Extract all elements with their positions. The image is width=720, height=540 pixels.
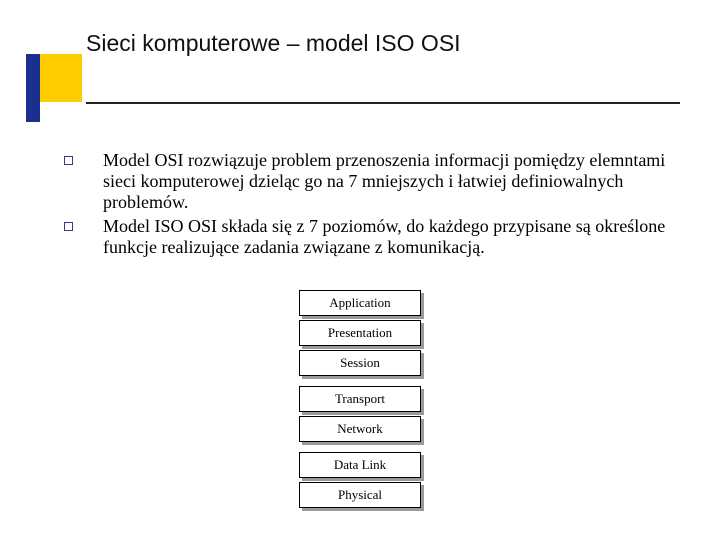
accent-square xyxy=(34,54,82,102)
layer-application: Application xyxy=(299,290,421,316)
layer-group-lower: Data Link Physical xyxy=(299,452,421,508)
layer-network: Network xyxy=(299,416,421,442)
bullet-text: Model ISO OSI składa się z 7 poziomów, d… xyxy=(103,216,674,258)
bullet-item: Model OSI rozwiązuje problem przenoszeni… xyxy=(64,150,674,214)
square-bullet-icon xyxy=(64,222,73,231)
bullet-text: Model OSI rozwiązuje problem przenoszeni… xyxy=(103,150,674,214)
layer-group-middle: Transport Network xyxy=(299,386,421,442)
osi-layer-diagram: Application Presentation Session Transpo… xyxy=(0,290,720,518)
accent-bar-horizontal xyxy=(26,54,40,68)
layer-physical: Physical xyxy=(299,482,421,508)
bullet-item: Model ISO OSI składa się z 7 poziomów, d… xyxy=(64,216,674,258)
layer-presentation: Presentation xyxy=(299,320,421,346)
layer-group-upper: Application Presentation Session xyxy=(299,290,421,376)
layer-session: Session xyxy=(299,350,421,376)
square-bullet-icon xyxy=(64,156,73,165)
slide-title: Sieci komputerowe – model ISO OSI xyxy=(86,30,461,57)
layer-datalink: Data Link xyxy=(299,452,421,478)
bullet-list: Model OSI rozwiązuje problem przenoszeni… xyxy=(64,150,674,260)
layer-transport: Transport xyxy=(299,386,421,412)
title-underline xyxy=(86,102,680,104)
